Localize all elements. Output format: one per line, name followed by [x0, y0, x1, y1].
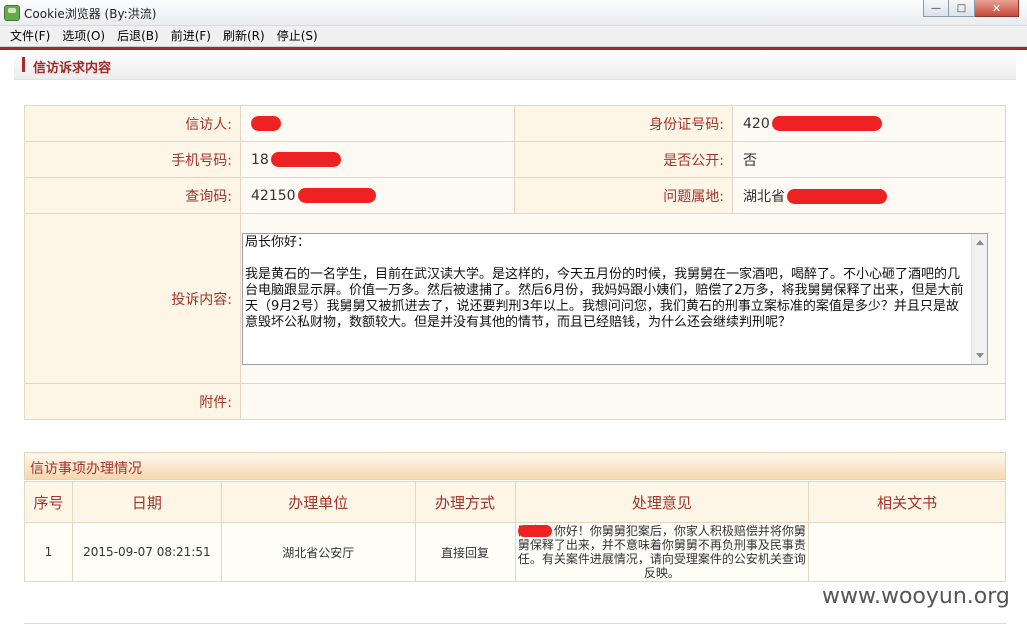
section-marker — [22, 57, 25, 72]
row-opinion-text: 同学：你好！你舅舅犯案后，你家人积极赔偿并将你舅舅保释了出来，并不意味着你舅舅不… — [517, 524, 806, 580]
attachment-label: 附件: — [24, 383, 241, 420]
column-header: 处理意见 — [514, 481, 810, 523]
textarea-scrollbar[interactable] — [971, 234, 987, 364]
redaction-mark — [297, 188, 376, 203]
complaint-label: 投诉内容: — [24, 213, 241, 384]
section-header-complaint: 信访诉求内容 — [14, 50, 1016, 80]
redaction-mark — [771, 116, 882, 131]
attachment-value — [240, 383, 1006, 420]
query-code-text: 42150 — [251, 187, 296, 204]
menu-stop[interactable]: 停止(S) — [271, 26, 324, 47]
column-header: 办理单位 — [220, 481, 416, 523]
redaction-mark — [251, 116, 281, 131]
minimize-icon[interactable]: — — [923, 0, 949, 17]
row-docs — [808, 522, 1006, 582]
row-opinion: 同学：你好！你舅舅犯案后，你家人积极赔偿并将你舅舅保释了出来，并不意味着你舅舅不… — [514, 522, 810, 582]
section-title: 信访诉求内容 — [33, 61, 112, 76]
section-title: 信访事项办理情况 — [30, 461, 142, 477]
title-bar: Cookie浏览器 (By:洪流) — □ ✕ — [0, 0, 1027, 26]
row-unit: 湖北省公安厅 — [220, 522, 416, 582]
phone-value-text: 18 — [251, 151, 269, 168]
divider — [24, 623, 1006, 624]
window-title: Cookie浏览器 (By:洪流) — [24, 7, 157, 21]
location-value-text: 湖北省 — [743, 188, 785, 205]
maximize-icon[interactable]: □ — [949, 0, 975, 17]
phone-value: 18 — [240, 141, 515, 178]
petitioner-label: 信访人: — [24, 105, 241, 142]
column-header: 日期 — [71, 481, 222, 523]
column-header: 办理方式 — [414, 481, 516, 523]
row-number: 1 — [24, 522, 73, 582]
redaction-mark — [517, 525, 552, 537]
menu-back[interactable]: 后退(B) — [111, 26, 165, 47]
redaction-mark — [270, 152, 341, 167]
app-icon — [4, 5, 20, 21]
table-row: 信访人: 身份证号码: 420 — [24, 105, 1006, 142]
menu-forward[interactable]: 前进(F) — [165, 26, 217, 47]
table-row: 手机号码: 18 是否公开: 否 — [24, 141, 1006, 178]
window-controls: — □ ✕ — [923, 0, 1019, 18]
query-code-label: 查询码: — [24, 177, 241, 214]
row-method: 直接回复 — [414, 522, 516, 582]
public-label: 是否公开: — [514, 141, 733, 178]
phone-label: 手机号码: — [24, 141, 241, 178]
menu-refresh[interactable]: 刷新(R) — [217, 26, 271, 47]
complaint-textarea[interactable]: 局长你好： 我是黄石的一名学生，目前在武汉读大学。是这样的，今天五月份的时候，我… — [242, 233, 988, 365]
column-header: 序号 — [24, 481, 73, 523]
close-icon[interactable]: ✕ — [975, 0, 1019, 17]
table-header-row: 序号 日期 办理单位 办理方式 处理意见 相关文书 — [24, 481, 1006, 523]
scroll-down-icon[interactable] — [976, 353, 984, 358]
watermark: www.wooyun.org — [822, 584, 1010, 609]
menu-file[interactable]: 文件(F) — [4, 26, 56, 47]
processing-table: 序号 日期 办理单位 办理方式 处理意见 相关文书 1 2015-09-07 0… — [24, 481, 1006, 582]
row-date: 2015-09-07 08:21:51 — [71, 522, 222, 582]
petitioner-value — [240, 105, 515, 142]
redaction-mark — [787, 189, 887, 204]
id-value-text: 420 — [743, 115, 770, 132]
public-value: 否 — [732, 141, 1006, 178]
menu-options[interactable]: 选项(O) — [56, 26, 111, 47]
table-row: 附件: — [24, 383, 1006, 420]
scroll-up-icon[interactable] — [976, 240, 984, 245]
query-code-value: 42150 — [240, 177, 515, 214]
id-label: 身份证号码: — [514, 105, 733, 142]
complaint-text: 局长你好： 我是黄石的一名学生，目前在武汉读大学。是这样的，今天五月份的时候，我… — [245, 235, 964, 330]
menu-bar: 文件(F) 选项(O) 后退(B) 前进(F) 刷新(R) 停止(S) — [0, 26, 1027, 47]
location-value: 湖北省 — [732, 177, 1006, 214]
column-header: 相关文书 — [808, 481, 1006, 523]
id-value: 420 — [732, 105, 1006, 142]
location-label: 问题属地: — [514, 177, 733, 214]
section-header-processing: 信访事项办理情况 — [24, 452, 1006, 480]
table-row: 查询码: 42150 问题属地: 湖北省 — [24, 177, 1006, 214]
table-row: 1 2015-09-07 08:21:51 湖北省公安厅 直接回复 同学：你好！… — [24, 522, 1006, 582]
